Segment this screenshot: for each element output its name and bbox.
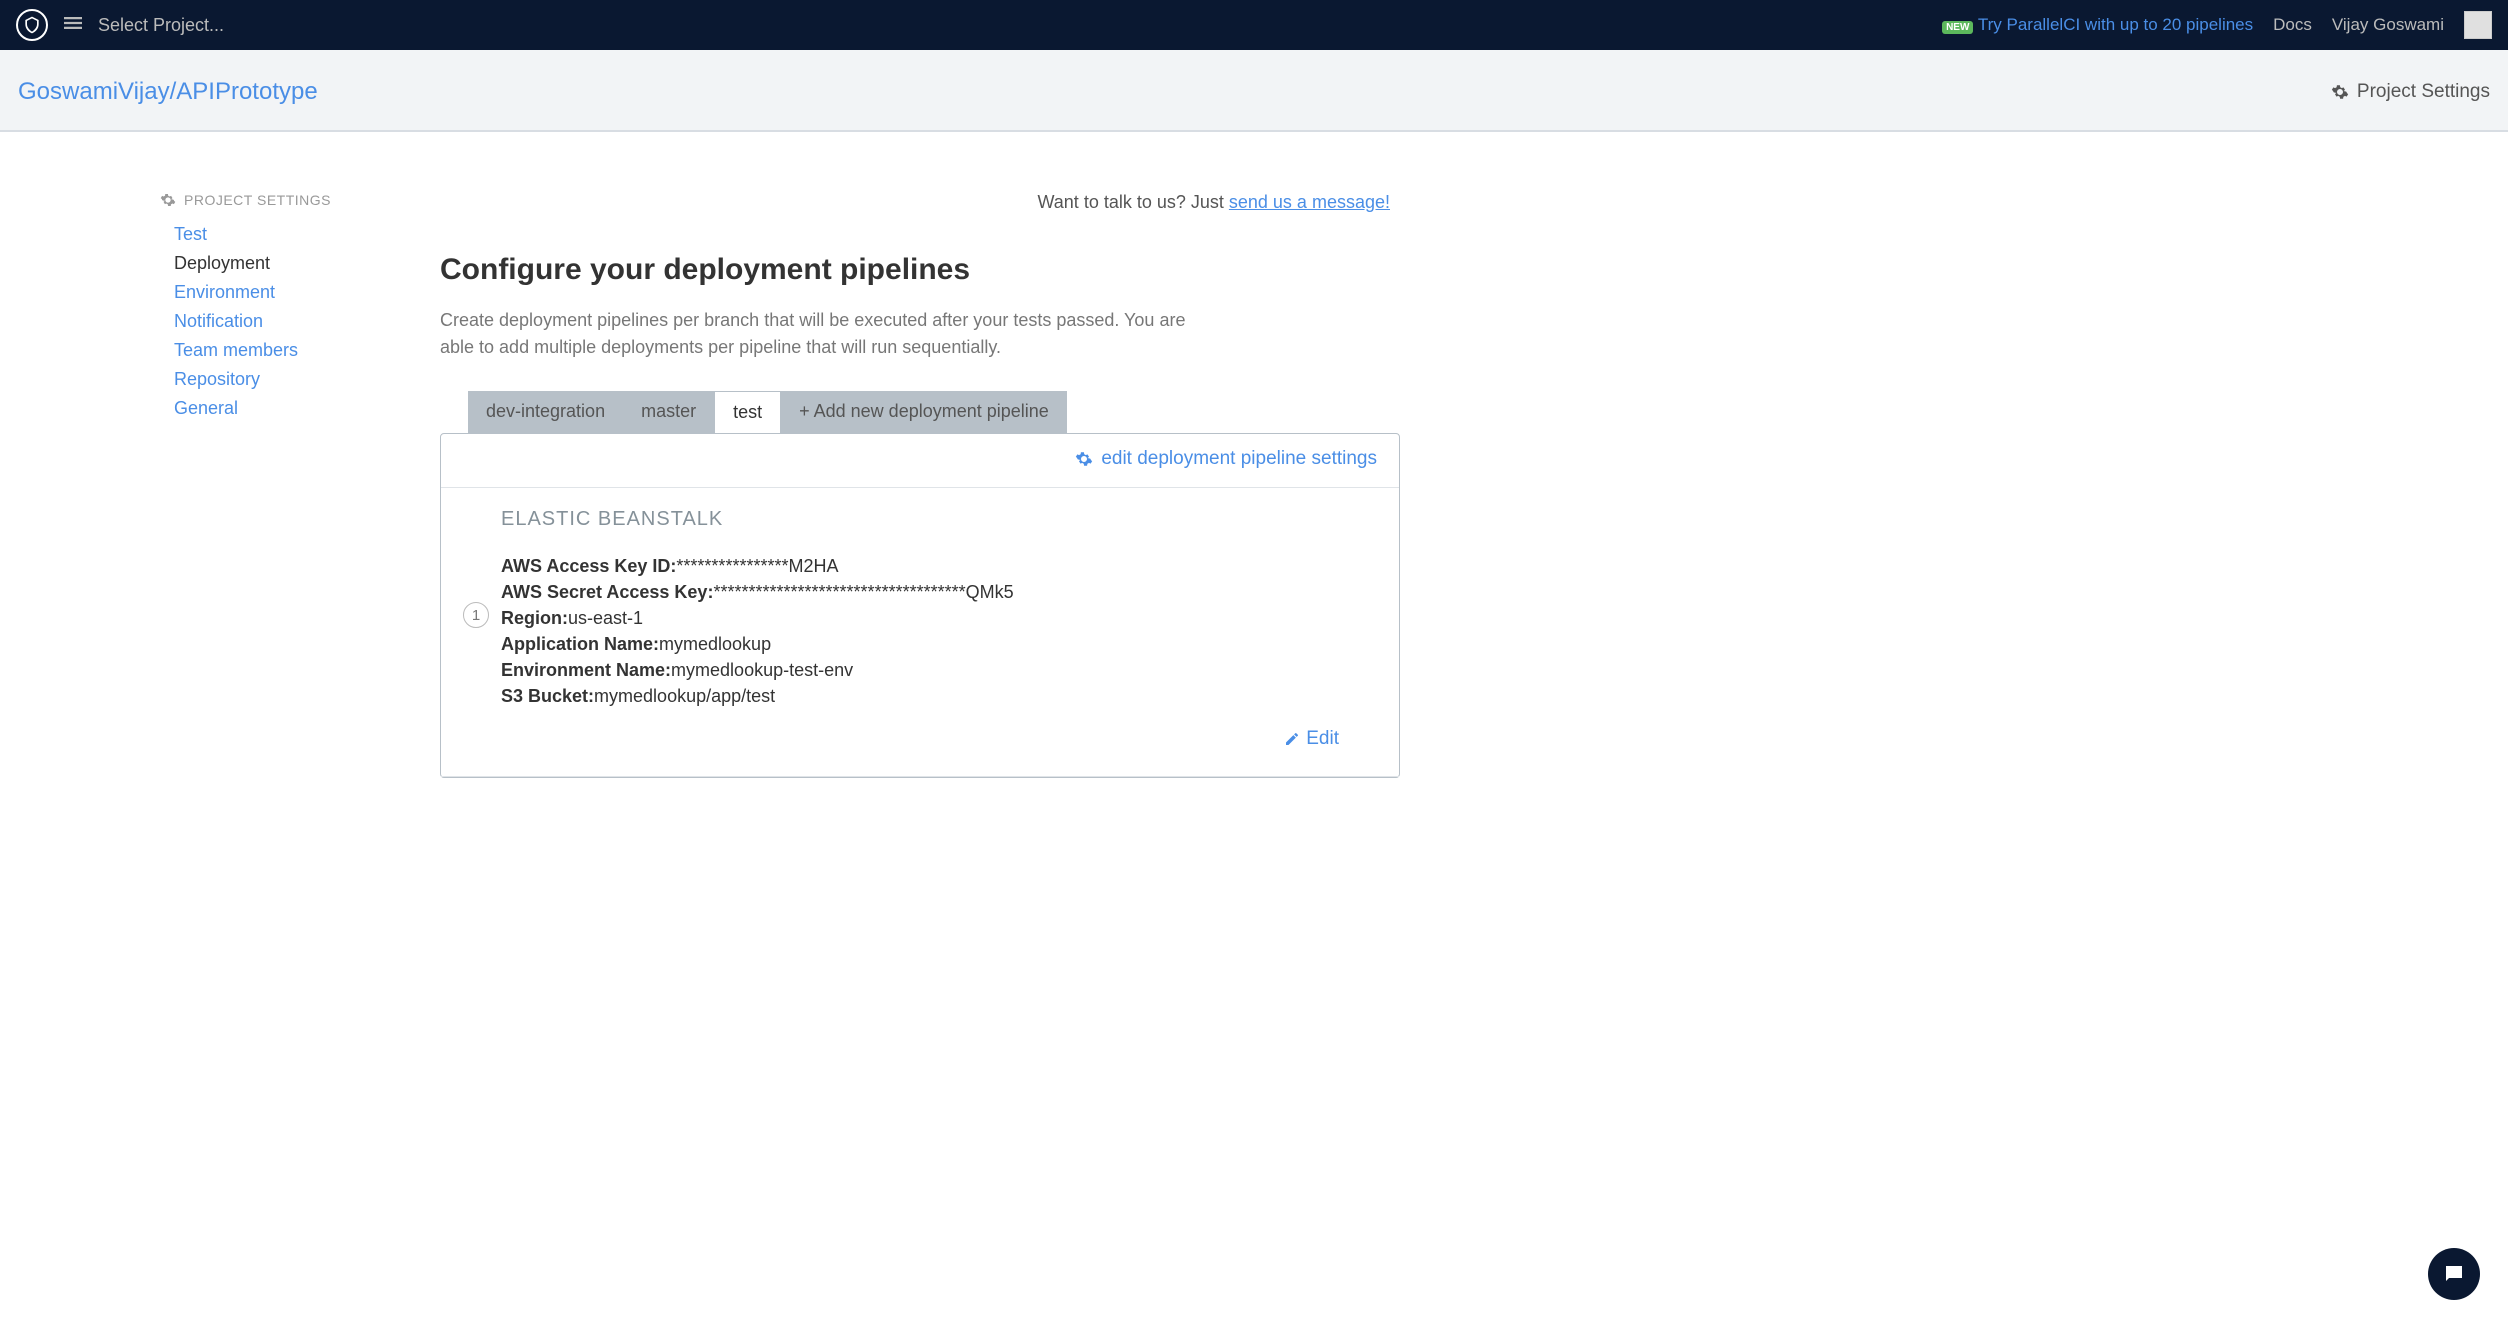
select-project[interactable]: Select Project... [98, 15, 224, 36]
pipeline-panel: edit deployment pipeline settings 1 ELAS… [440, 433, 1400, 778]
help-bubble[interactable]: ? [2428, 1248, 2480, 1300]
gear-icon [2331, 83, 2349, 101]
tab-master[interactable]: master [623, 391, 714, 433]
docs-link[interactable]: Docs [2273, 15, 2312, 35]
main-area: PROJECT SETTINGS Test Deployment Environ… [0, 132, 2508, 778]
edit-pipeline-settings[interactable]: edit deployment pipeline settings [1075, 448, 1377, 470]
sidebar-item-test[interactable]: Test [160, 220, 380, 249]
tab-add-new[interactable]: + Add new deployment pipeline [781, 391, 1067, 433]
sidebar-header: PROJECT SETTINGS [160, 192, 380, 208]
breadcrumb[interactable]: GoswamiVijay/APIPrototype [18, 78, 318, 106]
message-bar: Want to talk to us? Just send us a messa… [440, 192, 1400, 213]
message-link[interactable]: send us a message! [1229, 192, 1390, 212]
subheader: GoswamiVijay/APIPrototype Project Settin… [0, 50, 2508, 132]
content: Want to talk to us? Just send us a messa… [440, 192, 1400, 778]
panel-header: edit deployment pipeline settings [441, 434, 1399, 488]
sidebar-item-general[interactable]: General [160, 394, 380, 423]
new-badge: NEW [1942, 21, 1973, 34]
logo-icon[interactable] [16, 9, 48, 41]
topbar: Select Project... NEW Try ParallelCI wit… [0, 0, 2508, 50]
dep-row: AWS Access Key ID:****************M2HA [501, 553, 1339, 579]
page-desc: Create deployment pipelines per branch t… [440, 307, 1200, 361]
tab-dev-integration[interactable]: dev-integration [468, 391, 623, 433]
edit-pipeline-label: edit deployment pipeline settings [1101, 448, 1377, 470]
sidebar-item-notification[interactable]: Notification [160, 307, 380, 336]
dep-row: Region:us-east-1 [501, 605, 1339, 631]
pencil-icon [1284, 731, 1300, 747]
dep-row: Environment Name:mymedlookup-test-env [501, 657, 1339, 683]
gears-icon [160, 192, 176, 208]
project-settings-label: Project Settings [2357, 81, 2490, 103]
topbar-left: Select Project... [16, 9, 224, 41]
deployment-block: 1 ELASTIC BEANSTALK AWS Access Key ID:**… [441, 488, 1399, 777]
hamburger-icon[interactable] [64, 14, 82, 37]
deployment-title: ELASTIC BEANSTALK [501, 508, 1339, 531]
svg-text:?: ? [2450, 1265, 2457, 1279]
dep-row: Application Name:mymedlookup [501, 631, 1339, 657]
page-title: Configure your deployment pipelines [440, 253, 1400, 287]
promo-link[interactable]: Try ParallelCI with up to 20 pipelines [1978, 15, 2253, 34]
promo-wrap: NEW Try ParallelCI with up to 20 pipelin… [1942, 15, 2253, 35]
sidebar: PROJECT SETTINGS Test Deployment Environ… [160, 192, 380, 778]
sidebar-item-team-members[interactable]: Team members [160, 336, 380, 365]
topbar-right: NEW Try ParallelCI with up to 20 pipelin… [1942, 11, 2492, 39]
project-settings-link[interactable]: Project Settings [2331, 81, 2490, 103]
sidebar-item-repository[interactable]: Repository [160, 365, 380, 394]
edit-button[interactable]: Edit [1284, 728, 1339, 750]
sidebar-item-deployment[interactable]: Deployment [160, 249, 380, 278]
edit-button-wrap: Edit [501, 728, 1339, 752]
tab-test[interactable]: test [714, 391, 781, 433]
dep-row: AWS Secret Access Key:******************… [501, 579, 1339, 605]
chat-icon: ? [2442, 1262, 2466, 1286]
sidebar-header-label: PROJECT SETTINGS [184, 192, 331, 208]
gear-icon [1075, 450, 1093, 468]
dep-row: S3 Bucket:mymedlookup/app/test [501, 683, 1339, 709]
step-number: 1 [463, 602, 489, 628]
message-prefix: Want to talk to us? Just [1037, 192, 1228, 212]
sidebar-item-environment[interactable]: Environment [160, 278, 380, 307]
user-name[interactable]: Vijay Goswami [2332, 15, 2444, 35]
avatar[interactable] [2464, 11, 2492, 39]
tabs: dev-integration master test + Add new de… [468, 391, 1400, 433]
edit-button-label: Edit [1306, 728, 1339, 750]
